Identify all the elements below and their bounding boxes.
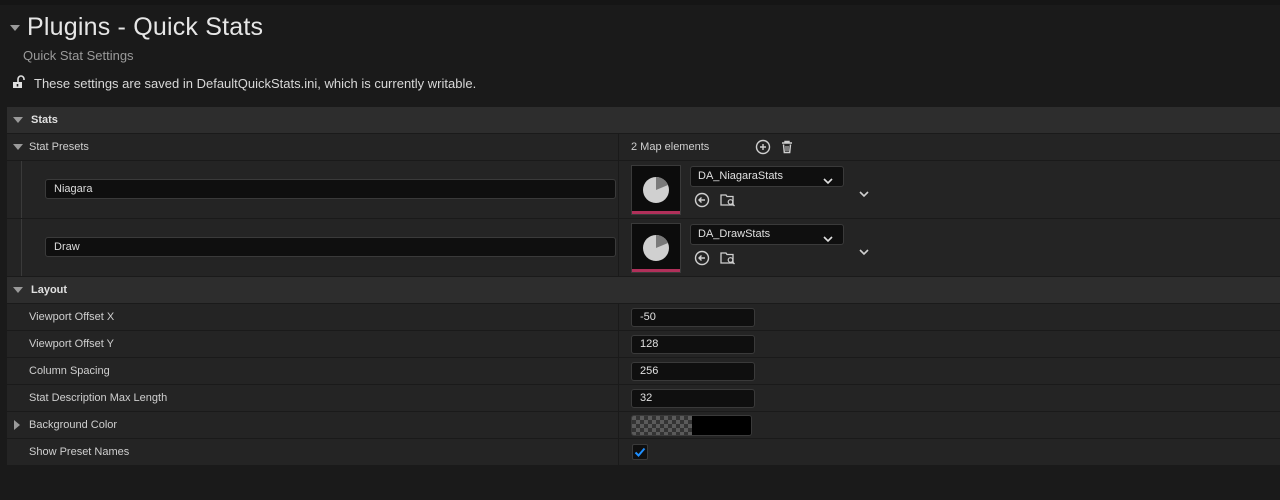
browse-folder-icon[interactable]: [720, 192, 736, 213]
asset-name: DA_NiagaraStats: [698, 170, 783, 182]
indent-guide: [21, 219, 22, 276]
viewport-offset-y-input[interactable]: 128: [631, 335, 755, 354]
column-splitter[interactable]: [618, 219, 619, 276]
asset-name: DA_DrawStats: [698, 228, 771, 240]
stat-description-max-length-row: Stat Description Max Length 32: [7, 385, 1280, 412]
asset-actions: [694, 250, 736, 271]
column-splitter[interactable]: [618, 439, 619, 465]
viewport-offset-x-input[interactable]: -50: [631, 308, 755, 327]
column-splitter[interactable]: [618, 134, 619, 160]
config-notice-text: These settings are saved in DefaultQuick…: [34, 76, 477, 91]
property-label: Stat Description Max Length: [29, 392, 168, 404]
add-element-icon[interactable]: [755, 139, 771, 160]
asset-type-bar: [632, 211, 680, 214]
settings-header: Plugins - Quick Stats Quick Stat Setting…: [0, 5, 1280, 105]
show-preset-names-checkbox[interactable]: [632, 444, 648, 460]
asset-picker-dropdown[interactable]: DA_DrawStats: [690, 224, 844, 245]
asset-thumbnail[interactable]: [631, 223, 681, 273]
indent-guide: [21, 161, 22, 218]
category-label: Stats: [31, 114, 58, 126]
property-label: Background Color: [29, 419, 118, 431]
property-label: Viewport Offset Y: [29, 338, 114, 350]
pie-chart-icon: [643, 177, 669, 203]
column-splitter[interactable]: [618, 385, 619, 411]
collapse-arrow-icon[interactable]: [13, 144, 23, 150]
browse-folder-icon[interactable]: [720, 250, 736, 271]
page-title: Plugins - Quick Stats: [27, 13, 264, 41]
collapse-arrow-icon[interactable]: [13, 117, 23, 123]
show-preset-names-row: Show Preset Names: [7, 439, 1280, 466]
pie-chart-icon: [643, 235, 669, 261]
asset-type-bar: [632, 269, 680, 272]
property-label: Stat Presets: [29, 141, 89, 153]
details-panel: Stats Stat Presets 2 Map elements Niagar…: [7, 107, 1280, 466]
category-label: Layout: [31, 284, 68, 296]
map-key-input[interactable]: Niagara: [45, 179, 616, 199]
map-element-row: Niagara DA_NiagaraStats: [7, 161, 1280, 219]
property-label: Viewport Offset X: [29, 311, 115, 323]
page-subtitle: Quick Stat Settings: [23, 48, 134, 63]
viewport-offset-y-row: Viewport Offset Y 128: [7, 331, 1280, 358]
column-spacing-row: Column Spacing 256: [7, 358, 1280, 385]
column-spacing-input[interactable]: 256: [631, 362, 755, 381]
checkmark-icon: [634, 447, 646, 457]
viewport-offset-x-row: Viewport Offset X -50: [7, 304, 1280, 331]
category-stats[interactable]: Stats: [7, 107, 1280, 134]
stat-description-max-length-input[interactable]: 32: [631, 389, 755, 408]
config-notice: These settings are saved in DefaultQuick…: [12, 75, 476, 92]
chevron-down-icon[interactable]: [859, 185, 869, 203]
expand-arrow-icon[interactable]: [14, 420, 20, 430]
property-label: Column Spacing: [29, 365, 110, 377]
asset-picker-dropdown[interactable]: DA_NiagaraStats: [690, 166, 844, 187]
map-count-text: 2 Map elements: [631, 141, 710, 153]
use-selected-icon[interactable]: [694, 192, 710, 213]
property-label: Show Preset Names: [29, 446, 130, 458]
category-layout[interactable]: Layout: [7, 277, 1280, 304]
map-key-input[interactable]: Draw: [45, 237, 616, 257]
map-element-row: Draw DA_DrawStats: [7, 219, 1280, 277]
stat-presets-row: Stat Presets 2 Map elements: [7, 134, 1280, 161]
color-preview: [692, 416, 751, 435]
chevron-down-icon[interactable]: [859, 243, 869, 261]
column-splitter[interactable]: [618, 161, 619, 218]
map-actions: [755, 139, 795, 160]
chevron-down-icon: [823, 231, 833, 250]
asset-thumbnail[interactable]: [631, 165, 681, 215]
column-splitter[interactable]: [618, 304, 619, 330]
asset-actions: [694, 192, 736, 213]
use-selected-icon[interactable]: [694, 250, 710, 271]
chevron-down-icon: [823, 173, 833, 192]
collapse-arrow-icon[interactable]: [13, 287, 23, 293]
alpha-checker: [632, 416, 692, 435]
section-title-row[interactable]: Plugins - Quick Stats: [10, 13, 263, 42]
column-splitter[interactable]: [618, 358, 619, 384]
empty-panel-area: [0, 467, 1280, 500]
unlock-icon: [12, 75, 26, 92]
color-swatch[interactable]: [631, 415, 752, 436]
column-splitter[interactable]: [618, 412, 619, 438]
collapse-arrow-icon[interactable]: [10, 24, 20, 31]
trash-icon[interactable]: [779, 139, 795, 160]
column-splitter[interactable]: [618, 331, 619, 357]
background-color-row: Background Color: [7, 412, 1280, 439]
